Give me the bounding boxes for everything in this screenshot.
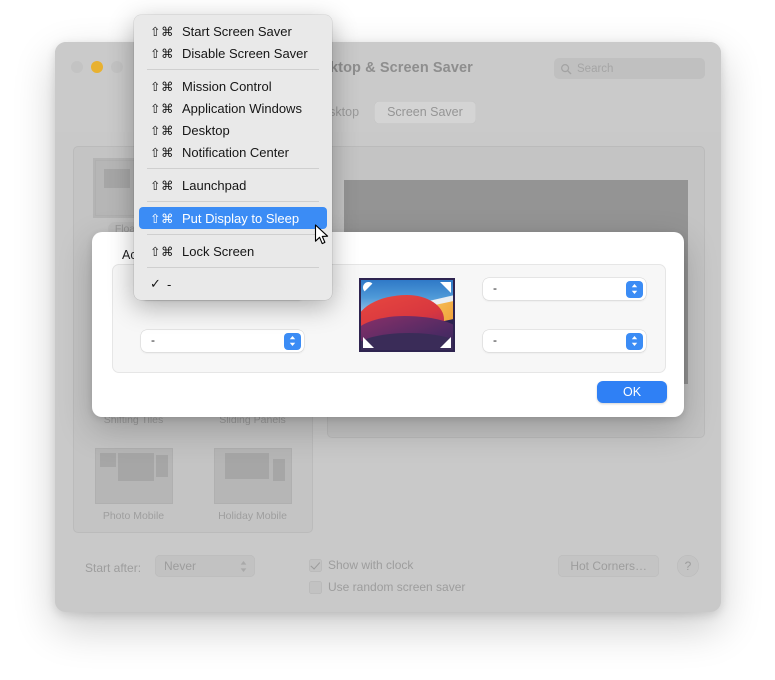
corner-marker-bottom-left-icon — [363, 337, 374, 348]
bottom-right-corner-select[interactable]: - — [483, 330, 646, 352]
menu-item-label: Put Display to Sleep — [182, 210, 300, 226]
shift-command-icon: ⇧⌘ — [150, 46, 174, 61]
menu-separator — [147, 201, 319, 202]
screensaver-label: Holiday Mobile — [218, 510, 287, 522]
menu-item-label: Start Screen Saver — [182, 23, 292, 39]
start-after-label: Start after: — [85, 561, 142, 575]
help-button[interactable]: ? — [677, 555, 699, 577]
hot-corner-action-menu[interactable]: ⇧⌘ Start Screen Saver ⇧⌘ Disable Screen … — [134, 15, 332, 300]
menu-item-launchpad[interactable]: ⇧⌘ Launchpad — [139, 174, 327, 196]
menu-separator — [147, 234, 319, 235]
menu-item-label: - — [167, 276, 172, 292]
checkbox-box — [309, 558, 322, 572]
menu-separator — [147, 168, 319, 169]
search-icon — [561, 63, 572, 74]
shift-command-icon: ⇧⌘ — [150, 101, 174, 116]
shift-command-icon: ⇧⌘ — [150, 211, 174, 226]
menu-item-none[interactable]: ✓ - — [139, 273, 327, 295]
checkbox-box — [309, 580, 322, 594]
menu-item-mission-control[interactable]: ⇧⌘ Mission Control — [139, 75, 327, 97]
chevron-up-down-icon — [240, 561, 247, 572]
top-right-corner-value: - — [493, 281, 497, 295]
shift-command-icon: ⇧⌘ — [150, 145, 174, 160]
screensaver-label: Photo Mobile — [102, 510, 165, 522]
menu-item-label: Launchpad — [182, 177, 247, 193]
corner-marker-top-right-icon — [440, 282, 451, 293]
shift-command-icon: ⇧⌘ — [150, 123, 174, 138]
search-input[interactable]: Search — [554, 58, 705, 79]
menu-item-notification-center[interactable]: ⇧⌘ Notification Center — [139, 141, 327, 163]
menu-separator — [147, 267, 319, 268]
chevron-up-down-icon — [284, 332, 301, 350]
menu-item-application-windows[interactable]: ⇧⌘ Application Windows — [139, 97, 327, 119]
menu-item-label: Notification Center — [182, 144, 289, 160]
shift-command-icon: ⇧⌘ — [150, 244, 174, 259]
menu-item-label: Disable Screen Saver — [182, 45, 308, 61]
menu-item-label: Lock Screen — [182, 243, 255, 259]
top-right-corner-select[interactable]: - — [483, 278, 646, 300]
ok-button[interactable]: OK — [597, 381, 667, 403]
hot-corners-button[interactable]: Hot Corners… — [558, 555, 659, 577]
start-after-select[interactable]: Never — [155, 555, 255, 577]
screensaver-item-holiday-mobile[interactable]: Holiday Mobile — [193, 445, 312, 532]
tab-screen-saver[interactable]: Screen Saver — [374, 101, 476, 124]
start-after-value: Never — [164, 559, 197, 573]
screensaver-item-photo-mobile[interactable]: Photo Mobile — [74, 445, 193, 532]
menu-item-label: Desktop — [182, 122, 230, 138]
menu-item-start-screen-saver[interactable]: ⇧⌘ Start Screen Saver — [139, 20, 327, 42]
menu-item-lock-screen[interactable]: ⇧⌘ Lock Screen — [139, 240, 327, 262]
bottom-left-corner-select[interactable]: - — [141, 330, 304, 352]
shift-command-icon: ⇧⌘ — [150, 79, 174, 94]
screensaver-thumbnail — [94, 448, 173, 504]
menu-separator — [147, 69, 319, 70]
bottom-left-corner-value: - — [151, 333, 155, 347]
use-random-label: Use random screen saver — [328, 580, 466, 594]
show-with-clock-label: Show with clock — [328, 558, 414, 572]
bottom-right-corner-value: - — [493, 333, 497, 347]
shift-command-icon: ⇧⌘ — [150, 178, 174, 193]
corner-marker-bottom-right-icon — [440, 337, 451, 348]
menu-item-desktop[interactable]: ⇧⌘ Desktop — [139, 119, 327, 141]
menu-item-label: Application Windows — [182, 100, 302, 116]
menu-item-put-display-to-sleep[interactable]: ⇧⌘ Put Display to Sleep — [139, 207, 327, 229]
search-placeholder: Search — [577, 62, 614, 75]
chevron-up-down-icon — [626, 280, 643, 298]
screensaver-options-bar: Start after: Never Show with clock Use r… — [55, 544, 721, 612]
corner-marker-top-left-icon — [363, 282, 374, 293]
desktop-preview-thumbnail — [359, 278, 455, 352]
shift-command-icon: ⇧⌘ — [150, 24, 174, 39]
show-with-clock-checkbox[interactable]: Show with clock — [309, 558, 413, 572]
menu-item-label: Mission Control — [182, 78, 272, 94]
screensaver-thumbnail — [213, 448, 292, 504]
menu-item-disable-screen-saver[interactable]: ⇧⌘ Disable Screen Saver — [139, 42, 327, 64]
checkmark-icon: ✓ — [150, 276, 161, 291]
use-random-screensaver-checkbox[interactable]: Use random screen saver — [309, 580, 465, 594]
chevron-up-down-icon — [626, 332, 643, 350]
screen: Desktop & Screen Saver Search Desktop Sc… — [0, 0, 775, 680]
